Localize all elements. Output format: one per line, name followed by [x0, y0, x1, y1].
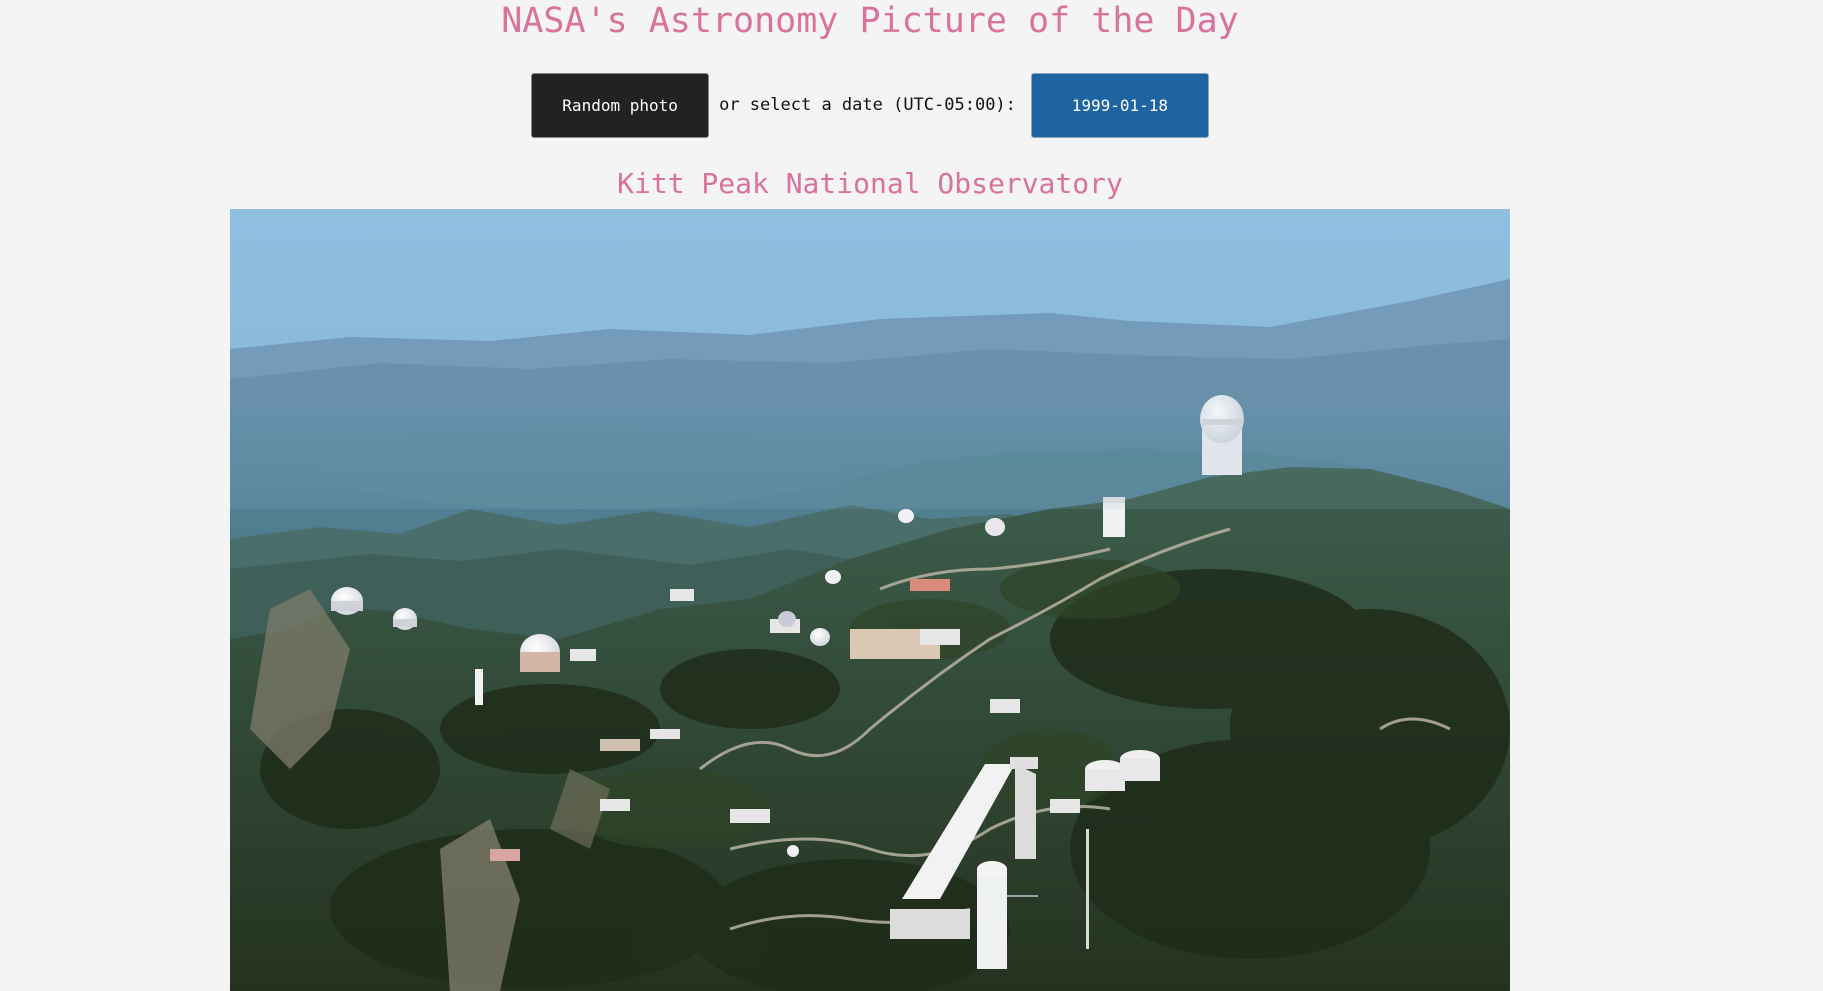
photo-title: Kitt Peak National Observatory [617, 167, 1123, 200]
site-title: NASA's Astronomy Picture of the Day [501, 1, 1239, 41]
date-picker-button[interactable]: 1999-01-18 [1030, 72, 1209, 138]
date-prompt-label: or select a date (UTC-05:00): [719, 95, 1016, 115]
random-photo-button[interactable]: Random photo [531, 72, 710, 138]
apod-page: NASA's Astronomy Picture of the Day Rand… [0, 0, 1823, 991]
controls-bar: Random photo or select a date (UTC-05:00… [0, 72, 1740, 138]
apod-photo [230, 209, 1510, 991]
